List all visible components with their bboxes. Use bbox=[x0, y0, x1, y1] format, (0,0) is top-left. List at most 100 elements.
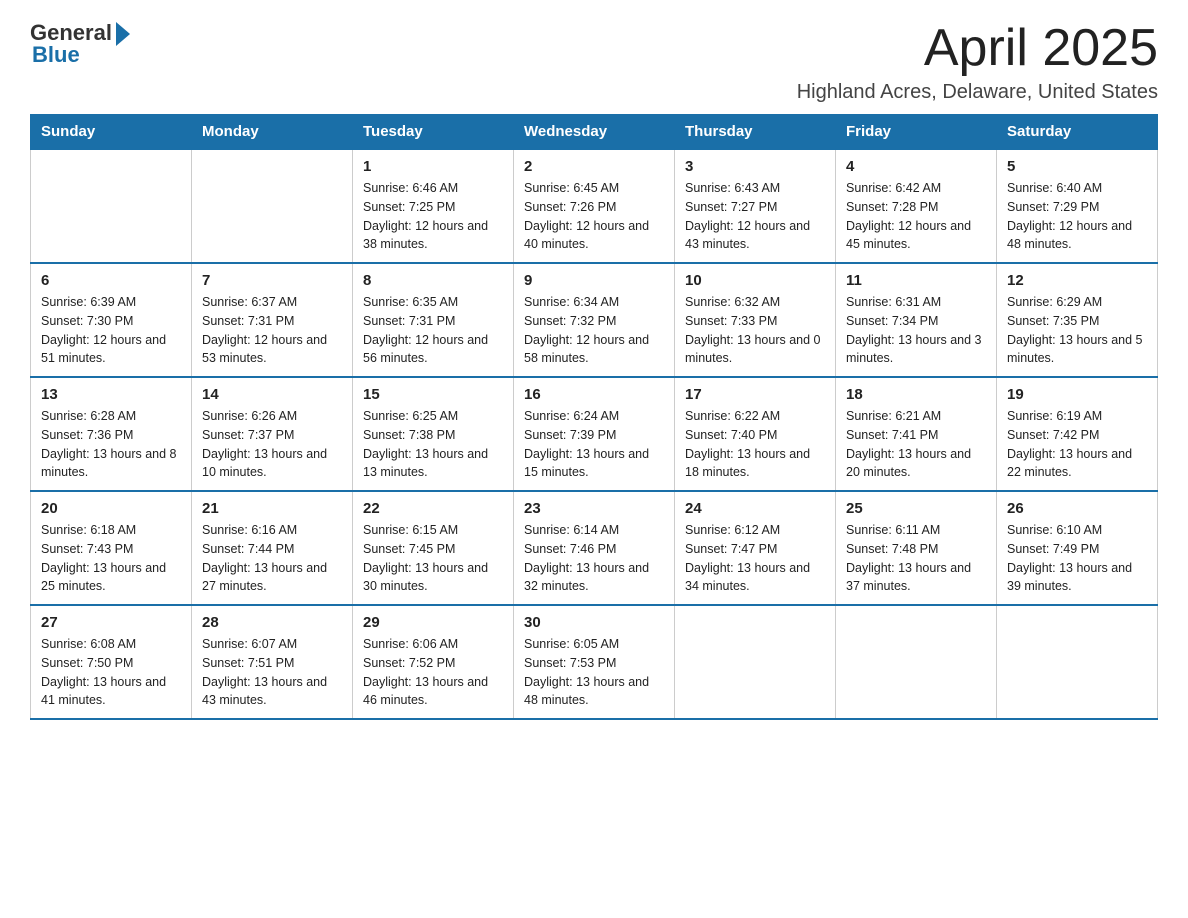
calendar-header-monday: Monday bbox=[192, 115, 353, 150]
calendar-cell: 17 Sunrise: 6:22 AM Sunset: 7:40 PM Dayli… bbox=[675, 377, 836, 491]
calendar-cell: 15 Sunrise: 6:25 AM Sunset: 7:38 PM Dayli… bbox=[353, 377, 514, 491]
day-number: 7 bbox=[202, 272, 342, 289]
calendar-header-sunday: Sunday bbox=[31, 115, 192, 150]
calendar-cell: 9 Sunrise: 6:34 AM Sunset: 7:32 PM Daylig… bbox=[514, 263, 675, 377]
calendar-week-row: 20 Sunrise: 6:18 AM Sunset: 7:43 PM Dayli… bbox=[31, 491, 1158, 605]
calendar-cell: 1 Sunrise: 6:46 AM Sunset: 7:25 PM Daylig… bbox=[353, 149, 514, 263]
day-info: Sunrise: 6:16 AM Sunset: 7:44 PM Dayligh… bbox=[202, 521, 342, 596]
day-number: 29 bbox=[363, 614, 503, 631]
day-number: 1 bbox=[363, 158, 503, 175]
day-info: Sunrise: 6:29 AM Sunset: 7:35 PM Dayligh… bbox=[1007, 293, 1147, 368]
day-number: 15 bbox=[363, 386, 503, 403]
day-number: 21 bbox=[202, 500, 342, 517]
day-info: Sunrise: 6:21 AM Sunset: 7:41 PM Dayligh… bbox=[846, 407, 986, 482]
calendar-cell: 8 Sunrise: 6:35 AM Sunset: 7:31 PM Daylig… bbox=[353, 263, 514, 377]
day-info: Sunrise: 6:19 AM Sunset: 7:42 PM Dayligh… bbox=[1007, 407, 1147, 482]
day-info: Sunrise: 6:42 AM Sunset: 7:28 PM Dayligh… bbox=[846, 179, 986, 254]
calendar-cell: 29Sunrise: 6:06 AM Sunset: 7:52 PM Dayli… bbox=[353, 605, 514, 719]
day-info: Sunrise: 6:05 AM Sunset: 7:53 PM Dayligh… bbox=[524, 635, 664, 710]
calendar-header-friday: Friday bbox=[836, 115, 997, 150]
calendar-cell: 27Sunrise: 6:08 AM Sunset: 7:50 PM Dayli… bbox=[31, 605, 192, 719]
calendar-week-row: 6 Sunrise: 6:39 AM Sunset: 7:30 PM Daylig… bbox=[31, 263, 1158, 377]
calendar-cell: 19 Sunrise: 6:19 AM Sunset: 7:42 PM Dayli… bbox=[997, 377, 1158, 491]
calendar-cell: 13 Sunrise: 6:28 AM Sunset: 7:36 PM Dayli… bbox=[31, 377, 192, 491]
day-info: Sunrise: 6:15 AM Sunset: 7:45 PM Dayligh… bbox=[363, 521, 503, 596]
day-info: Sunrise: 6:31 AM Sunset: 7:34 PM Dayligh… bbox=[846, 293, 986, 368]
day-info: Sunrise: 6:18 AM Sunset: 7:43 PM Dayligh… bbox=[41, 521, 181, 596]
calendar-week-row: 1 Sunrise: 6:46 AM Sunset: 7:25 PM Daylig… bbox=[31, 149, 1158, 263]
logo: General Blue bbox=[30, 20, 130, 68]
day-number: 26 bbox=[1007, 500, 1147, 517]
calendar-cell: 21 Sunrise: 6:16 AM Sunset: 7:44 PM Dayli… bbox=[192, 491, 353, 605]
calendar-cell: 18 Sunrise: 6:21 AM Sunset: 7:41 PM Dayli… bbox=[836, 377, 997, 491]
day-info: Sunrise: 6:39 AM Sunset: 7:30 PM Dayligh… bbox=[41, 293, 181, 368]
logo-arrow-icon bbox=[116, 22, 130, 46]
day-info: Sunrise: 6:43 AM Sunset: 7:27 PM Dayligh… bbox=[685, 179, 825, 254]
day-info: Sunrise: 6:24 AM Sunset: 7:39 PM Dayligh… bbox=[524, 407, 664, 482]
calendar-cell: 22Sunrise: 6:15 AM Sunset: 7:45 PM Dayli… bbox=[353, 491, 514, 605]
day-info: Sunrise: 6:25 AM Sunset: 7:38 PM Dayligh… bbox=[363, 407, 503, 482]
calendar-cell: 24 Sunrise: 6:12 AM Sunset: 7:47 PM Dayli… bbox=[675, 491, 836, 605]
day-info: Sunrise: 6:37 AM Sunset: 7:31 PM Dayligh… bbox=[202, 293, 342, 368]
calendar-cell: 5Sunrise: 6:40 AM Sunset: 7:29 PM Daylig… bbox=[997, 149, 1158, 263]
day-number: 20 bbox=[41, 500, 181, 517]
day-info: Sunrise: 6:10 AM Sunset: 7:49 PM Dayligh… bbox=[1007, 521, 1147, 596]
calendar-cell: 16 Sunrise: 6:24 AM Sunset: 7:39 PM Dayli… bbox=[514, 377, 675, 491]
day-info: Sunrise: 6:22 AM Sunset: 7:40 PM Dayligh… bbox=[685, 407, 825, 482]
day-info: Sunrise: 6:12 AM Sunset: 7:47 PM Dayligh… bbox=[685, 521, 825, 596]
calendar-cell: 30 Sunrise: 6:05 AM Sunset: 7:53 PM Dayli… bbox=[514, 605, 675, 719]
day-number: 5 bbox=[1007, 158, 1147, 175]
calendar-cell: 6 Sunrise: 6:39 AM Sunset: 7:30 PM Daylig… bbox=[31, 263, 192, 377]
day-info: Sunrise: 6:34 AM Sunset: 7:32 PM Dayligh… bbox=[524, 293, 664, 368]
day-number: 14 bbox=[202, 386, 342, 403]
calendar-cell: 14 Sunrise: 6:26 AM Sunset: 7:37 PM Dayli… bbox=[192, 377, 353, 491]
calendar-header-thursday: Thursday bbox=[675, 115, 836, 150]
day-number: 30 bbox=[524, 614, 664, 631]
calendar-header-saturday: Saturday bbox=[997, 115, 1158, 150]
calendar-header-tuesday: Tuesday bbox=[353, 115, 514, 150]
day-info: Sunrise: 6:32 AM Sunset: 7:33 PM Dayligh… bbox=[685, 293, 825, 368]
day-number: 6 bbox=[41, 272, 181, 289]
day-number: 17 bbox=[685, 386, 825, 403]
calendar-cell: 3 Sunrise: 6:43 AM Sunset: 7:27 PM Daylig… bbox=[675, 149, 836, 263]
day-number: 24 bbox=[685, 500, 825, 517]
day-number: 23 bbox=[524, 500, 664, 517]
day-number: 12 bbox=[1007, 272, 1147, 289]
calendar-cell bbox=[836, 605, 997, 719]
calendar-cell: 11Sunrise: 6:31 AM Sunset: 7:34 PM Dayli… bbox=[836, 263, 997, 377]
day-info: Sunrise: 6:26 AM Sunset: 7:37 PM Dayligh… bbox=[202, 407, 342, 482]
day-info: Sunrise: 6:45 AM Sunset: 7:26 PM Dayligh… bbox=[524, 179, 664, 254]
month-title: April 2025 bbox=[797, 20, 1158, 77]
day-number: 9 bbox=[524, 272, 664, 289]
day-number: 27 bbox=[41, 614, 181, 631]
calendar-week-row: 27Sunrise: 6:08 AM Sunset: 7:50 PM Dayli… bbox=[31, 605, 1158, 719]
day-number: 16 bbox=[524, 386, 664, 403]
day-info: Sunrise: 6:11 AM Sunset: 7:48 PM Dayligh… bbox=[846, 521, 986, 596]
page-header: General Blue April 2025 Highland Acres, … bbox=[30, 20, 1158, 104]
calendar-table: SundayMondayTuesdayWednesdayThursdayFrid… bbox=[30, 114, 1158, 720]
day-info: Sunrise: 6:35 AM Sunset: 7:31 PM Dayligh… bbox=[363, 293, 503, 368]
title-section: April 2025 Highland Acres, Delaware, Uni… bbox=[797, 20, 1158, 104]
day-number: 18 bbox=[846, 386, 986, 403]
calendar-cell: 4 Sunrise: 6:42 AM Sunset: 7:28 PM Daylig… bbox=[836, 149, 997, 263]
day-info: Sunrise: 6:46 AM Sunset: 7:25 PM Dayligh… bbox=[363, 179, 503, 254]
day-number: 2 bbox=[524, 158, 664, 175]
day-info: Sunrise: 6:14 AM Sunset: 7:46 PM Dayligh… bbox=[524, 521, 664, 596]
calendar-cell bbox=[997, 605, 1158, 719]
logo-blue-text: Blue bbox=[32, 42, 80, 68]
day-number: 8 bbox=[363, 272, 503, 289]
calendar-cell bbox=[675, 605, 836, 719]
day-info: Sunrise: 6:28 AM Sunset: 7:36 PM Dayligh… bbox=[41, 407, 181, 482]
day-number: 3 bbox=[685, 158, 825, 175]
calendar-cell: 20 Sunrise: 6:18 AM Sunset: 7:43 PM Dayli… bbox=[31, 491, 192, 605]
calendar-cell: 12 Sunrise: 6:29 AM Sunset: 7:35 PM Dayli… bbox=[997, 263, 1158, 377]
calendar-week-row: 13 Sunrise: 6:28 AM Sunset: 7:36 PM Dayli… bbox=[31, 377, 1158, 491]
calendar-cell: 26 Sunrise: 6:10 AM Sunset: 7:49 PM Dayli… bbox=[997, 491, 1158, 605]
day-number: 28 bbox=[202, 614, 342, 631]
day-number: 4 bbox=[846, 158, 986, 175]
calendar-cell: 10Sunrise: 6:32 AM Sunset: 7:33 PM Dayli… bbox=[675, 263, 836, 377]
day-number: 25 bbox=[846, 500, 986, 517]
location-subtitle: Highland Acres, Delaware, United States bbox=[797, 81, 1158, 104]
day-number: 19 bbox=[1007, 386, 1147, 403]
day-number: 13 bbox=[41, 386, 181, 403]
